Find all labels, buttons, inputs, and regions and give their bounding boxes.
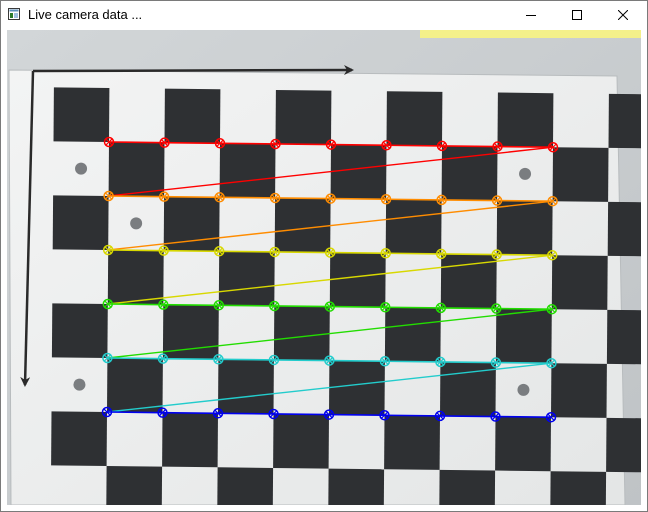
- checker-square: [607, 201, 641, 257]
- app-window-icon: [8, 8, 20, 20]
- checker-square: [606, 417, 641, 473]
- checker-square: [495, 416, 551, 472]
- title-bar[interactable]: Live camera data ...: [0, 0, 648, 30]
- camera-feed: [7, 30, 641, 505]
- checker-square: [274, 197, 331, 253]
- checker-square: [552, 147, 609, 202]
- checker-square: [608, 93, 641, 149]
- maximize-icon: [572, 10, 582, 20]
- close-button[interactable]: [600, 0, 646, 30]
- checker-square: [53, 87, 110, 142]
- fiducial-dot: [75, 162, 88, 175]
- checker-square: [273, 305, 330, 361]
- checker-square: [162, 412, 218, 468]
- minimize-button[interactable]: [508, 0, 554, 30]
- fiducial-dot: [517, 383, 530, 396]
- checker-square: [496, 200, 553, 256]
- checker-square: [108, 142, 165, 197]
- checker-square: [52, 195, 109, 250]
- checker-square: [384, 415, 440, 470]
- checker-square: [107, 358, 163, 413]
- fiducial-dot: [130, 217, 143, 230]
- checker-square: [386, 91, 443, 146]
- fiducial-dot: [73, 378, 86, 391]
- checker-square: [606, 309, 641, 365]
- checker-square: [217, 467, 274, 505]
- checker-square: [219, 143, 276, 198]
- checker-square: [275, 89, 332, 145]
- close-icon: [618, 10, 628, 20]
- maximize-button[interactable]: [554, 0, 600, 30]
- checker-square: [51, 411, 107, 466]
- checker-square: [328, 468, 385, 505]
- checker-square: [385, 199, 442, 254]
- checker-square: [551, 363, 607, 418]
- checker-square: [51, 303, 108, 358]
- checker-square: [439, 469, 496, 505]
- checker-square: [497, 92, 554, 148]
- camera-window: Live camera data ...: [0, 0, 648, 512]
- sticky-note: [420, 30, 641, 38]
- checker-square: [273, 413, 329, 469]
- checker-square: [107, 250, 164, 305]
- arrow-right-icon: [32, 65, 354, 76]
- checker-square: [384, 307, 441, 362]
- checker-square: [218, 359, 274, 414]
- checker-square: [329, 360, 385, 416]
- checker-square: [329, 252, 386, 308]
- checker-square: [551, 255, 608, 310]
- checker-square: [495, 308, 552, 364]
- window-title: Live camera data ...: [28, 7, 143, 22]
- checker-square: [106, 466, 163, 505]
- checker-square: [550, 471, 607, 505]
- checker-square: [218, 251, 275, 306]
- camera-frame: [7, 30, 641, 505]
- fiducial-dot: [519, 167, 532, 180]
- checker-square: [164, 88, 221, 144]
- minimize-icon: [526, 15, 536, 16]
- checker-square: [330, 144, 387, 200]
